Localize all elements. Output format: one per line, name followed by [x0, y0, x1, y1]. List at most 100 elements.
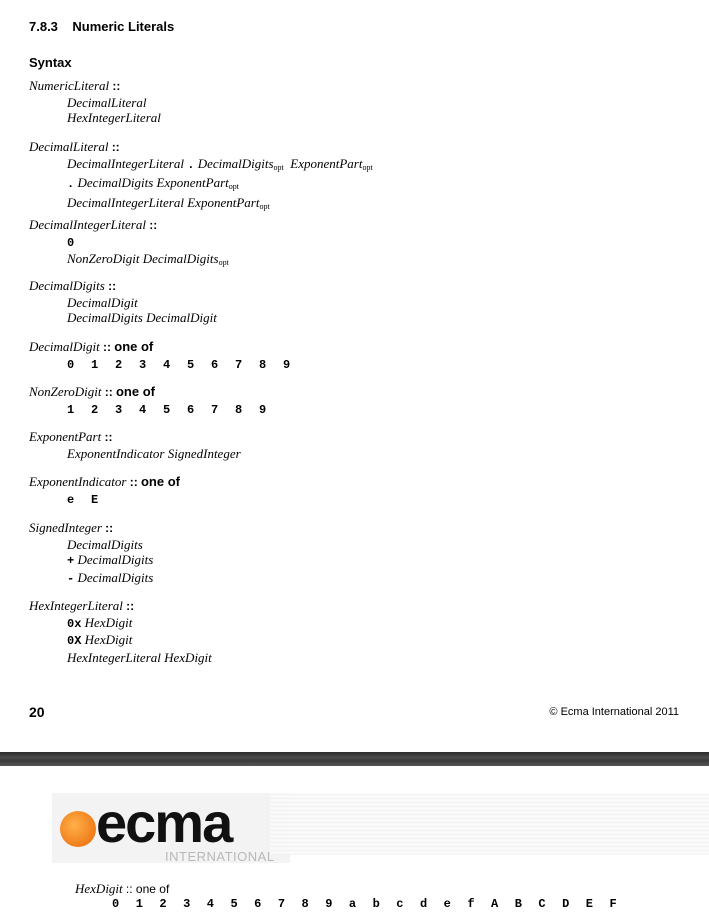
production-decimal-literal: DecimalLiteral :: DecimalIntegerLiteral …	[29, 139, 373, 214]
one-of-label: one of	[115, 384, 155, 399]
lhs: DecimalDigit	[29, 339, 100, 354]
alternative: HexIntegerLiteral	[67, 110, 161, 125]
nonterminal: DecimalDigits	[77, 175, 154, 190]
terminal: 0	[112, 897, 120, 911]
indicator-list: eE	[29, 491, 180, 509]
nonterminal: DecimalDigit	[146, 310, 217, 325]
alternative: DecimalIntegerLiteral . DecimalDigitsopt…	[29, 156, 373, 176]
ecma-logo-text: ecma	[96, 791, 233, 854]
terminal: 3	[139, 357, 147, 372]
one-of-label: :: one of	[125, 882, 170, 896]
terminal: 3	[183, 897, 191, 911]
production-separator: ::	[149, 218, 158, 232]
terminal: 1	[67, 402, 75, 417]
terminal: 1	[135, 897, 143, 911]
terminal: 1	[91, 357, 99, 372]
production-hex-integer-literal: HexIntegerLiteral :: 0x HexDigit 0X HexD…	[29, 598, 212, 665]
lhs: HexIntegerLiteral	[29, 598, 123, 613]
terminal: 4	[139, 402, 147, 417]
lhs: SignedInteger	[29, 520, 102, 535]
opt-subscript: opt	[218, 258, 229, 267]
opt-subscript: opt	[228, 182, 239, 191]
terminal: 7	[277, 897, 286, 911]
terminal: f	[467, 897, 475, 911]
nonterminal: ExponentPart	[290, 155, 363, 171]
production-separator: ::	[104, 385, 113, 399]
production-separator: ::	[126, 599, 135, 613]
lhs: NonZeroDigit	[29, 384, 102, 399]
terminal: 5	[230, 897, 238, 911]
terminal: d	[419, 897, 428, 911]
nonterminal: HexDigit	[84, 632, 133, 647]
terminal-minus: -	[67, 571, 75, 586]
alternative: HexIntegerLiteral HexDigit	[29, 650, 212, 666]
section-heading: 7.8.3 Numeric Literals	[29, 19, 174, 34]
alternative: - DecimalDigits	[29, 570, 153, 588]
terminal: e	[443, 897, 451, 911]
nonterminal: HexIntegerLiteral	[67, 649, 161, 665]
nonterminal: ExponentPart	[187, 194, 260, 210]
production-separator: ::	[111, 140, 120, 154]
production-separator: ::	[129, 475, 138, 489]
header-stripes	[270, 793, 709, 855]
terminal: 6	[254, 897, 262, 911]
one-of-label: one of	[140, 474, 180, 489]
terminal: 8	[259, 357, 267, 372]
terminal-zero: 0	[67, 235, 75, 250]
nonterminal: HexDigit	[84, 614, 133, 630]
production-separator: ::	[105, 521, 114, 535]
lhs: NumericLiteral	[29, 78, 110, 93]
nonterminal: DecimalDigits	[67, 310, 143, 325]
terminal: 7	[235, 357, 243, 372]
nonterminal: SignedInteger	[167, 445, 241, 461]
production-signed-integer: SignedInteger :: DecimalDigits + Decimal…	[29, 520, 153, 587]
opt-subscript: opt	[362, 162, 373, 172]
terminal-prefix: 0x	[67, 616, 82, 631]
terminal: b	[372, 897, 380, 911]
lhs: DecimalIntegerLiteral	[29, 217, 146, 232]
production-decimal-integer-literal: DecimalIntegerLiteral :: 0 NonZeroDigit …	[29, 217, 229, 271]
terminal: e	[67, 492, 75, 507]
production-separator: ::	[103, 340, 112, 354]
terminal: 2	[159, 897, 167, 911]
opt-subscript: opt	[273, 162, 284, 172]
document-page: 7.8.3 Numeric Literals Syntax NumericLit…	[0, 0, 709, 752]
alternative: 0x HexDigit	[29, 615, 212, 633]
terminal: 2	[91, 402, 99, 417]
terminal: 4	[163, 357, 171, 372]
terminal-dot: .	[67, 177, 75, 191]
terminal-prefix: 0X	[67, 634, 82, 648]
hex-digit-list: 0 1 2 3 4 5 6 7 8 9 a b c d e f A B C D E F	[112, 896, 633, 911]
alternative: DecimalDigits DecimalDigit	[29, 310, 217, 326]
terminal: 0	[67, 357, 75, 372]
lhs: ExponentPart	[29, 429, 102, 444]
production-separator: ::	[108, 279, 117, 293]
terminal: 7	[211, 402, 219, 417]
ecma-logo-subtext: INTERNATIONAL	[165, 849, 275, 864]
alternative: DecimalLiteral	[67, 94, 147, 110]
terminal: C	[538, 897, 546, 911]
nonterminal: DecimalDigits	[197, 155, 274, 171]
terminal: 5	[163, 402, 171, 417]
terminal: 9	[325, 897, 333, 911]
lhs: HexDigit	[75, 881, 123, 896]
syntax-heading: Syntax	[29, 55, 72, 70]
terminal: E	[91, 492, 99, 507]
section-title: Numeric Literals	[72, 19, 175, 34]
alternative: DecimalIntegerLiteral ExponentPartopt	[29, 195, 373, 215]
digit-list: 1 2 3 4 5 6 7 8 9	[29, 401, 283, 419]
production-exponent-part: ExponentPart :: ExponentIndicator Signed…	[29, 429, 241, 461]
terminal: 6	[187, 402, 195, 417]
terminal: F	[609, 897, 617, 911]
production-decimal-digit: DecimalDigit :: one of 0 1 2 3 4 5 6 7 8 9	[29, 339, 307, 373]
copyright: © Ecma International 2011	[549, 706, 679, 718]
alternative: ExponentIndicator SignedInteger	[29, 446, 241, 462]
terminal: 2	[115, 357, 123, 372]
ecma-logo-dot-icon	[60, 811, 96, 847]
terminal: 4	[206, 897, 214, 911]
lhs: ExponentIndicator	[29, 474, 127, 489]
one-of-label: one of	[114, 339, 154, 354]
terminal: B	[514, 897, 522, 911]
terminal: c	[396, 897, 404, 911]
lhs: DecimalLiteral	[29, 139, 109, 154]
